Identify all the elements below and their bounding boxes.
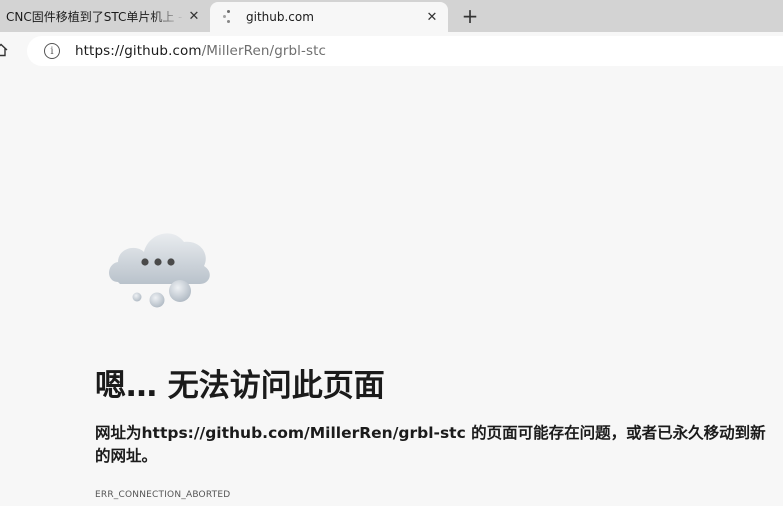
loading-icon — [222, 10, 236, 24]
tab-github[interactable]: github.com ✕ — [210, 2, 448, 32]
tab-cnc[interactable]: CNC固件移植到了STC单片机上 - ✕ — [0, 0, 210, 32]
home-icon[interactable] — [0, 43, 8, 57]
error-code: ERR_CONNECTION_ABORTED — [95, 490, 231, 500]
tab-title: github.com — [246, 10, 314, 24]
cloud-icon — [109, 233, 210, 308]
address-bar[interactable]: i https://github.com/MillerRen/grbl-stc — [27, 36, 783, 66]
new-tab-button[interactable]: + — [460, 4, 480, 28]
tab-strip: CNC固件移植到了STC单片机上 - ✕ github.com ✕ + — [0, 0, 783, 32]
error-title: 嗯… 无法访问此页面 — [95, 368, 385, 404]
info-icon[interactable]: i — [44, 43, 60, 59]
close-icon[interactable]: ✕ — [184, 6, 204, 26]
error-message: 网址为https://github.com/MillerRen/grbl-stc… — [95, 424, 766, 465]
url-text: https://github.com/MillerRen/grbl-stc — [75, 43, 327, 59]
tab-title: CNC固件移植到了STC单片机上 - — [6, 9, 183, 24]
close-icon[interactable]: ✕ — [422, 7, 442, 27]
toolbar: i https://github.com/MillerRen/grbl-stc — [0, 32, 783, 70]
